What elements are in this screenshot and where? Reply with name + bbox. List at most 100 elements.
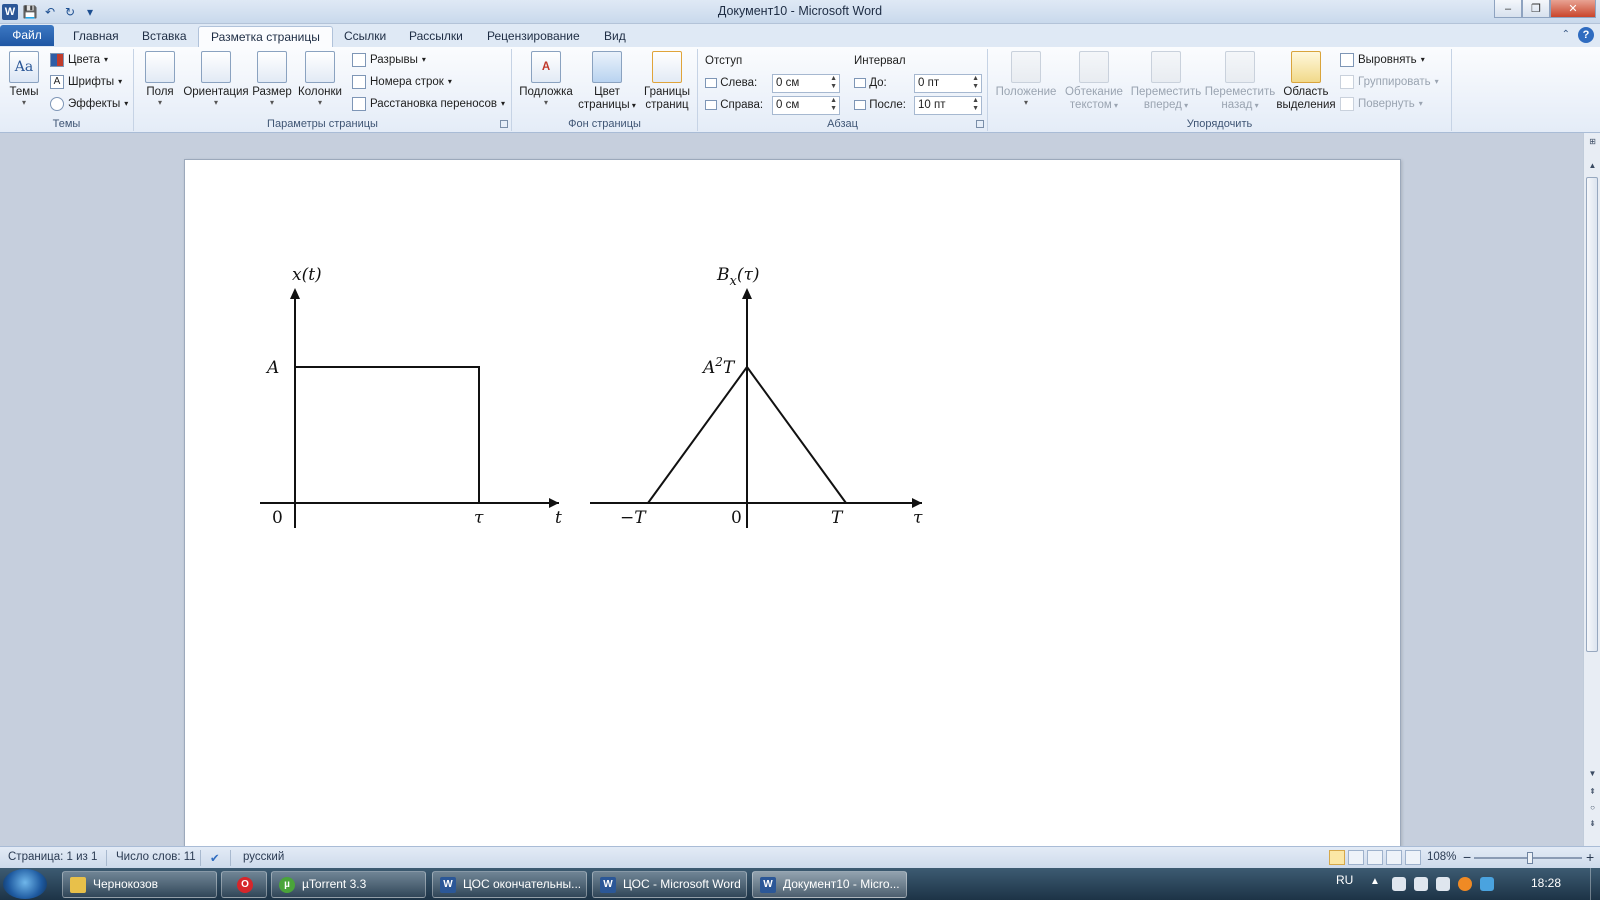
align-button[interactable]: Выровнять ▾ <box>1340 51 1425 69</box>
print-layout-view-icon[interactable] <box>1329 850 1345 865</box>
group-label-themes: Темы <box>52 118 81 130</box>
spin-arrows-icon[interactable]: ▲ ▼ <box>830 75 837 91</box>
tray-battery-icon[interactable] <box>1480 877 1494 891</box>
tab-insert[interactable]: Вставка <box>130 26 199 47</box>
taskbar-item-word-3[interactable]: W Документ10 - Micro... <box>752 871 907 898</box>
size-button[interactable]: Размер ▾ <box>252 51 292 107</box>
spin-arrows-icon[interactable]: ▲ ▼ <box>830 97 837 113</box>
word-count[interactable]: Число слов: 11 <box>116 851 196 863</box>
outline-view-icon[interactable] <box>1386 850 1402 865</box>
folder-icon <box>70 877 86 893</box>
minimize-ribbon-icon[interactable]: ⌃ <box>1562 27 1570 43</box>
zoom-in-icon[interactable]: + <box>1586 849 1594 865</box>
indent-right-label: Справа: <box>705 99 763 111</box>
tab-view[interactable]: Вид <box>592 26 638 47</box>
pulse-line <box>295 366 480 503</box>
page-borders-button[interactable]: Границы страниц <box>640 51 694 112</box>
effects-button[interactable]: Эффекты ▾ <box>50 95 128 113</box>
fonts-button[interactable]: A Шрифты ▾ <box>50 73 122 91</box>
hyphenation-icon <box>352 97 366 111</box>
help-icon[interactable]: ? <box>1578 27 1594 43</box>
page-setup-launcher-icon[interactable] <box>500 120 508 128</box>
zoom-level[interactable]: 108% <box>1427 851 1456 863</box>
language-indicator[interactable]: русский <box>243 851 284 863</box>
margins-button[interactable]: Поля ▾ <box>142 51 178 107</box>
tab-file[interactable]: Файл <box>0 25 54 46</box>
breaks-button[interactable]: Разрывы ▾ <box>352 51 426 69</box>
left-x-arrow-icon <box>549 498 559 508</box>
position-button[interactable]: Положение ▾ <box>994 51 1058 107</box>
columns-button[interactable]: Колонки ▾ <box>296 51 344 107</box>
network-icon[interactable] <box>1436 877 1450 891</box>
line-numbers-button[interactable]: Номера строк ▾ <box>352 73 452 91</box>
watermark-button[interactable]: A Подложка ▾ <box>518 51 574 107</box>
tab-home[interactable]: Главная <box>61 26 131 47</box>
wrap-text-button[interactable]: Обтекание текстом ▾ <box>1062 51 1126 112</box>
show-hidden-icons-icon[interactable]: ▲ <box>1370 876 1380 887</box>
rotate-button[interactable]: Повернуть ▾ <box>1340 95 1423 113</box>
colors-button[interactable]: Цвета ▾ <box>50 51 108 69</box>
send-backward-button[interactable]: Переместить назад ▾ <box>1204 51 1276 112</box>
page-borders-icon <box>652 51 682 83</box>
tab-page-layout[interactable]: Разметка страницы <box>198 26 333 47</box>
scroll-down-icon[interactable]: ▼ <box>1585 767 1600 781</box>
volume-icon[interactable] <box>1414 877 1428 891</box>
tray-app-icon[interactable] <box>1458 877 1472 891</box>
rotate-icon <box>1340 97 1354 111</box>
left-y-label: x(t) <box>292 265 322 285</box>
browse-object-icon[interactable]: ○ <box>1585 801 1600 815</box>
columns-icon <box>305 51 335 83</box>
position-icon <box>1011 51 1041 83</box>
tab-review[interactable]: Рецензирование <box>475 26 592 47</box>
page-count[interactable]: Страница: 1 из 1 <box>8 851 97 863</box>
scroll-thumb[interactable] <box>1586 177 1598 652</box>
taskbar-item-opera[interactable]: O <box>221 871 267 898</box>
prev-page-icon[interactable]: ⇞ <box>1585 785 1600 799</box>
page-color-button[interactable]: Цвет страницы ▾ <box>578 51 636 112</box>
taskbar-item-word-1[interactable]: W ЦОС окончательны... <box>432 871 587 898</box>
language-tray[interactable]: RU <box>1336 873 1353 887</box>
tab-mailings[interactable]: Рассылки <box>397 26 475 47</box>
tray-device-icon[interactable] <box>1392 877 1406 891</box>
indent-left-input[interactable]: 0 см ▲ ▼ <box>772 74 840 93</box>
spelling-check-icon[interactable]: ✔ <box>210 851 220 865</box>
window-title: Документ10 - Microsoft Word <box>717 4 883 18</box>
ruler-toggle-icon[interactable]: ⊞ <box>1585 135 1600 149</box>
bring-forward-button[interactable]: Переместить вперед ▾ <box>1130 51 1202 112</box>
maximize-button[interactable]: ❐ <box>1522 0 1550 18</box>
draft-view-icon[interactable] <box>1405 850 1421 865</box>
spin-arrows-icon[interactable]: ▲ ▼ <box>972 75 979 91</box>
zoom-out-icon[interactable]: − <box>1463 849 1471 865</box>
hyphenation-button[interactable]: Расстановка переносов ▾ <box>352 95 505 113</box>
breaks-icon <box>352 53 366 67</box>
clock[interactable]: 18:28 <box>1531 876 1561 890</box>
tab-references[interactable]: Ссылки <box>332 26 398 47</box>
document-area[interactable]: x(t) A 0 τ t Bx(τ) A2T −T 0 T τ <box>0 133 1583 846</box>
group-objects-button[interactable]: Группировать ▾ <box>1340 73 1439 91</box>
taskbar-item-utorrent[interactable]: µ µTorrent 3.3 <box>271 871 426 898</box>
next-page-icon[interactable]: ⇟ <box>1585 817 1600 831</box>
vertical-scrollbar[interactable]: ⊞ ▲ ▼ ⇞ ○ ⇟ <box>1583 133 1600 846</box>
taskbar-item-folder[interactable]: Чернокозов <box>62 871 217 898</box>
ribbon-tabs: Файл Главная Вставка Разметка страницы С… <box>0 24 1600 47</box>
full-screen-reading-view-icon[interactable] <box>1348 850 1364 865</box>
spin-arrows-icon[interactable]: ▲ ▼ <box>972 97 979 113</box>
orientation-button[interactable]: Ориентация ▾ <box>182 51 250 107</box>
group-label-arrange: Упорядочить <box>1186 118 1253 130</box>
close-button[interactable]: ✕ <box>1550 0 1596 18</box>
minimize-button[interactable]: – <box>1494 0 1522 18</box>
selection-pane-button[interactable]: Область выделения <box>1276 51 1336 112</box>
show-desktop-button[interactable] <box>1590 868 1600 900</box>
paragraph-launcher-icon[interactable] <box>976 120 984 128</box>
scroll-up-icon[interactable]: ▲ <box>1585 159 1600 173</box>
taskbar-item-word-2[interactable]: W ЦОС - Microsoft Word <box>592 871 747 898</box>
themes-button[interactable]: Aa Темы ▾ <box>6 51 42 107</box>
zoom-slider-thumb[interactable] <box>1527 852 1533 864</box>
send-backward-icon <box>1225 51 1255 83</box>
indent-right-input[interactable]: 0 см ▲ ▼ <box>772 96 840 115</box>
spacing-before-input[interactable]: 0 пт ▲ ▼ <box>914 74 982 93</box>
document-page[interactable]: x(t) A 0 τ t Bx(τ) A2T −T 0 T τ <box>184 159 1401 846</box>
start-button[interactable] <box>3 869 47 899</box>
web-layout-view-icon[interactable] <box>1367 850 1383 865</box>
spacing-after-input[interactable]: 10 пт ▲ ▼ <box>914 96 982 115</box>
